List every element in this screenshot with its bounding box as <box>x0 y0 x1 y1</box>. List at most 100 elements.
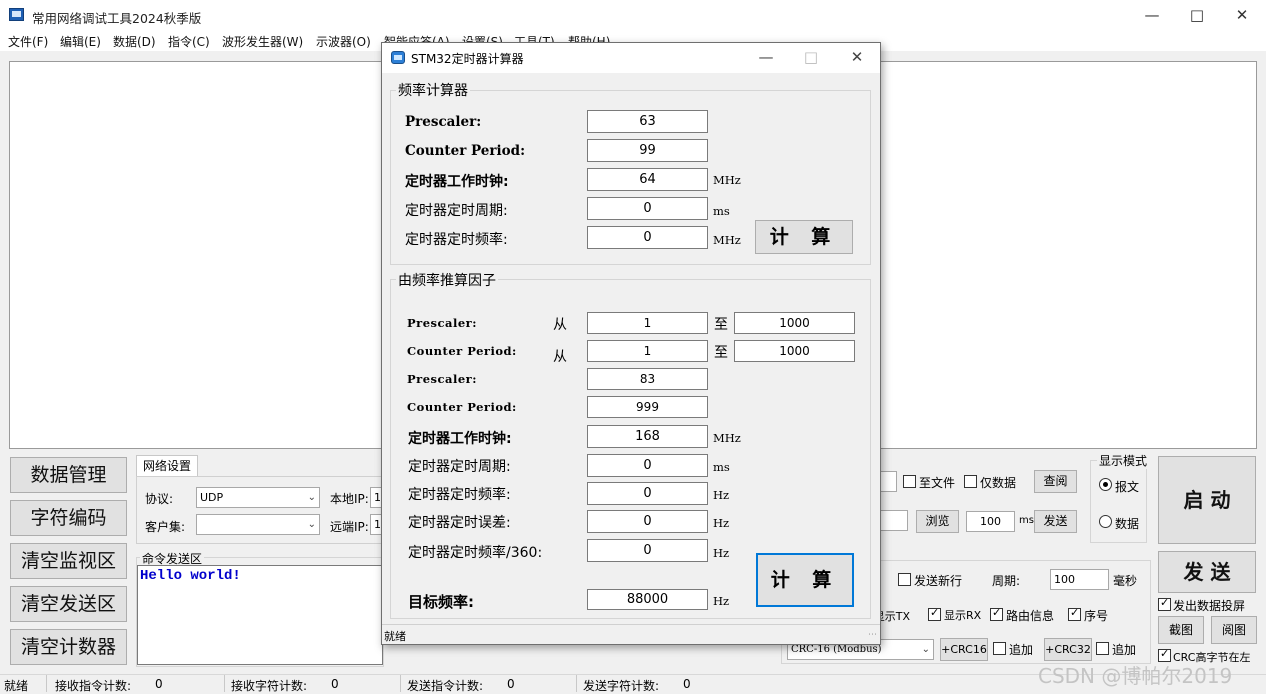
pc-timer-err-input[interactable]: 0 <box>587 510 708 533</box>
menu-data[interactable]: 数据(D) <box>113 33 156 50</box>
chevron-down-icon: ⌄ <box>921 644 930 655</box>
fc-timer-period-input[interactable]: 0 <box>587 197 708 220</box>
clear-monitor-button[interactable]: 清空监视区 <box>10 543 127 579</box>
sendout-screen-label: 发出数据投屏 <box>1173 599 1246 613</box>
protocol-select[interactable]: UDP ⌄ <box>196 487 320 508</box>
append-crc32-label: 追加 <box>1112 643 1137 657</box>
show-rx-checkbox[interactable] <box>928 606 941 621</box>
pc-period-range-label: Counter Period: <box>407 344 517 358</box>
rx-cmd-label: 接收指令计数: <box>55 679 132 693</box>
tx-cmd-label: 发送指令计数: <box>407 679 484 693</box>
route-info-checkbox[interactable] <box>990 606 1003 621</box>
view-image-button[interactable]: 阅图 <box>1211 616 1257 644</box>
chevron-down-icon: ⌄ <box>307 492 316 503</box>
pc-timer-period-input[interactable]: 0 <box>587 454 708 477</box>
pc-period-from-input[interactable]: 1 <box>587 340 708 362</box>
seq-checkbox[interactable] <box>1068 606 1081 621</box>
fc-timer-freq-label: 定时器定时频率: <box>405 232 508 248</box>
pc-timer-freq-unit: Hz <box>713 488 730 502</box>
resize-grip-icon[interactable]: ⋯ <box>868 630 877 640</box>
pc-target-unit: Hz <box>713 594 730 608</box>
fc-calc-button[interactable]: 计 算 <box>755 220 853 254</box>
dialog-close-icon[interactable]: ✕ <box>834 43 880 73</box>
crc16-button[interactable]: +CRC16 <box>940 638 988 661</box>
seq-label: 序号 <box>1084 609 1109 623</box>
pc-calc-button[interactable]: 计 算 <box>756 553 854 607</box>
browse-button[interactable]: 浏览 <box>916 510 959 533</box>
show-tx-label: 显示TX <box>880 610 910 623</box>
send-file-input[interactable] <box>879 510 908 531</box>
data-only-label: 仅数据 <box>980 476 1017 490</box>
data-only-checkbox[interactable] <box>964 475 977 488</box>
send-file-button[interactable]: 发送 <box>1034 510 1077 533</box>
dialog-status-bar <box>382 624 880 644</box>
interval-input[interactable]: 100 <box>966 511 1015 532</box>
pc-prescaler-result[interactable]: 83 <box>587 368 708 390</box>
pc-timer-freq-input[interactable]: 0 <box>587 482 708 505</box>
pc-prescaler-from-input[interactable]: 1 <box>587 312 708 334</box>
minimize-icon[interactable]: — <box>1129 0 1175 31</box>
screenshot-button[interactable]: 截图 <box>1158 616 1204 644</box>
file-path-input[interactable] <box>879 471 897 492</box>
pc-timer-period-label: 定时器定时周期: <box>408 459 511 475</box>
dialog-maximize-icon: □ <box>803 48 819 66</box>
pc-period-from-label: 从 <box>553 349 567 365</box>
pc-period-to-label: 至 <box>714 345 728 361</box>
append-crc16-label: 追加 <box>1009 643 1034 657</box>
status-divider <box>400 675 401 692</box>
pc-prescaler-to-input[interactable]: 1000 <box>734 312 855 334</box>
client-set-select[interactable]: ⌄ <box>196 514 320 535</box>
fc-clock-label: 定时器工作时钟: <box>405 174 509 190</box>
pc-prescaler-from-label: 从 <box>553 317 567 333</box>
show-rx-label: 显示RX <box>944 609 982 622</box>
start-button[interactable]: 启 动 <box>1158 456 1256 544</box>
send-text: Hello world! <box>140 568 241 584</box>
rx-cmd-value: 0 <box>155 677 163 691</box>
clear-send-button[interactable]: 清空发送区 <box>10 586 127 622</box>
append-crc32-checkbox[interactable] <box>1096 642 1109 655</box>
mode-data-radio[interactable] <box>1099 515 1112 528</box>
tx-cmd-value: 0 <box>507 677 515 691</box>
pc-timer-freq360-input[interactable]: 0 <box>587 539 708 562</box>
pc-prescaler-label: Prescaler: <box>407 372 477 386</box>
fc-prescaler-input[interactable]: 63 <box>587 110 708 133</box>
pc-timer-freq360-label: 定时器定时频率/360: <box>408 545 543 561</box>
app-icon <box>9 8 24 21</box>
view-button[interactable]: 查阅 <box>1034 470 1077 493</box>
clear-counter-button[interactable]: 清空计数器 <box>10 629 127 665</box>
pc-period-to-input[interactable]: 1000 <box>734 340 855 362</box>
menu-edit[interactable]: 编辑(E) <box>60 33 101 50</box>
char-encoding-button[interactable]: 字符编码 <box>10 500 127 536</box>
maximize-icon[interactable]: □ <box>1174 0 1220 31</box>
to-file-checkbox[interactable] <box>903 475 916 488</box>
send-button[interactable]: 发 送 <box>1158 551 1256 593</box>
window-title: 常用网络调试工具2024秋季版 <box>32 11 202 26</box>
crc32-button[interactable]: +CRC32 <box>1044 638 1092 661</box>
dialog-minimize-icon[interactable]: — <box>743 43 789 73</box>
local-ip-label: 本地IP: <box>330 492 369 506</box>
menu-file[interactable]: 文件(F) <box>8 33 48 50</box>
tab-network-settings[interactable]: 网络设置 <box>136 455 198 477</box>
mode-packet-radio[interactable] <box>1099 478 1112 491</box>
sendout-screen-checkbox[interactable] <box>1158 596 1171 611</box>
data-manage-button[interactable]: 数据管理 <box>10 457 127 493</box>
fc-clock-input[interactable]: 64 <box>587 168 708 191</box>
pc-prescaler-range-label: Prescaler: <box>407 316 477 330</box>
fc-period-label: Counter Period: <box>405 143 526 159</box>
append-crc16-checkbox[interactable] <box>993 642 1006 655</box>
send-newline-checkbox[interactable] <box>898 573 911 586</box>
fc-timer-freq-input[interactable]: 0 <box>587 226 708 249</box>
pc-target-input[interactable]: 88000 <box>587 589 708 610</box>
close-icon[interactable]: ✕ <box>1219 0 1265 31</box>
fc-period-input[interactable]: 99 <box>587 139 708 162</box>
menu-oscilloscope[interactable]: 示波器(O) <box>316 33 371 50</box>
menu-waveform[interactable]: 波形发生器(W) <box>222 33 303 50</box>
mode-data-label: 数据 <box>1115 517 1140 531</box>
fc-clock-unit: MHz <box>713 173 741 187</box>
interval-unit: ms <box>1019 515 1034 526</box>
period-input[interactable]: 100 <box>1050 569 1109 590</box>
pc-clock-input[interactable]: 168 <box>587 425 708 448</box>
menu-command[interactable]: 指令(C) <box>168 33 210 50</box>
pc-period-result[interactable]: 999 <box>587 396 708 418</box>
status-ready: 就绪 <box>4 679 29 693</box>
